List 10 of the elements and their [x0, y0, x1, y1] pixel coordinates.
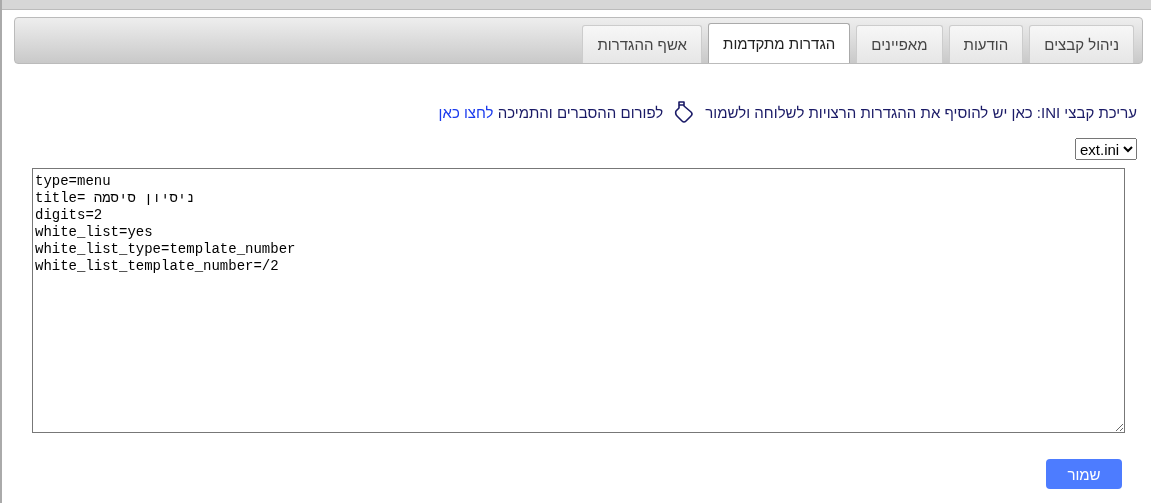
file-select[interactable]: ext.ini [1075, 138, 1137, 160]
click-here-link[interactable]: לחצו כאן [438, 103, 494, 121]
tab[interactable]: מאפיינים [856, 25, 943, 63]
tab[interactable]: ניהול קבצים [1029, 25, 1134, 63]
instruction-text: עריכת קבצי INI: כאן יש להוסיף את ההגדרות הרצויות לשלוחה ולשמור [705, 103, 1137, 121]
forum-text: לפורום ההסברים והתמיכה לחצו כאן [438, 103, 664, 121]
save-button[interactable]: שמור [1046, 459, 1122, 489]
tab[interactable]: הגדרות מתקדמות [708, 23, 851, 63]
tab[interactable]: הודעות [948, 25, 1024, 63]
tab[interactable]: אשף ההגדרות [582, 25, 702, 63]
